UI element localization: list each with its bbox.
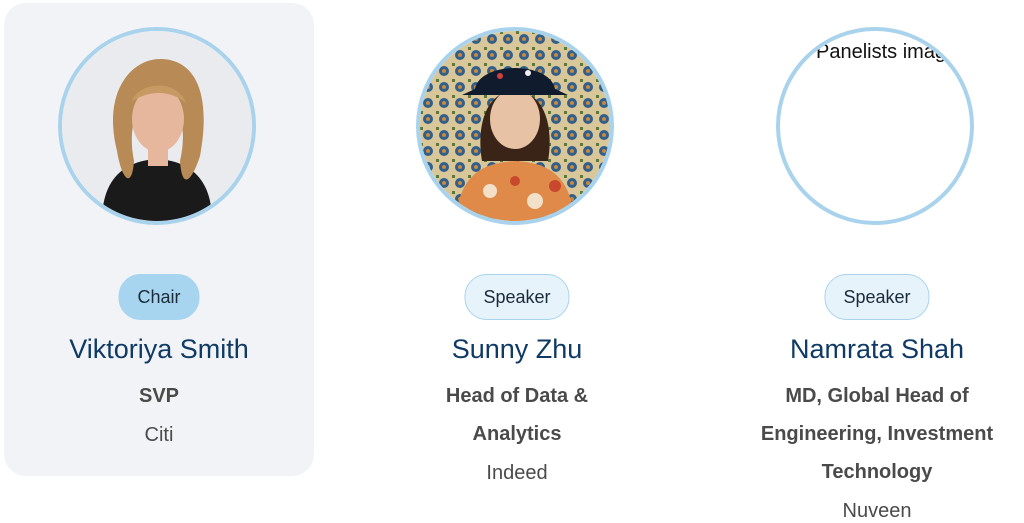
avatar [416,27,614,225]
panelist-title: MD, Global Head of Engineering, Investme… [760,385,994,483]
panelist-name: Viktoriya Smith [69,334,249,364]
panelist-company: Citi [144,424,174,446]
panelist-name: Namrata Shah [789,334,965,364]
panelist-company: Nuveen [842,500,912,522]
panelist-card: Chair Viktoriya Smith SVP Citi [4,0,314,523]
portrait-photo [62,31,252,221]
panelist-card: Panelists image Speaker Namrata Shah MD,… [722,0,1024,523]
broken-image-alt-text: Panelists image [816,41,958,63]
panelist-name: Sunny Zhu [451,334,583,364]
panelist-company: Indeed [486,462,548,484]
panelist-title: Head of Data & Analytics [445,385,589,445]
role-badge: Speaker [464,274,570,320]
avatar [58,27,256,225]
panelist-title: SVP [138,385,180,407]
panelist-card: Speaker Sunny Zhu Head of Data & Analyti… [362,0,672,523]
role-badge: Speaker [824,274,930,320]
avatar: Panelists image [776,27,974,225]
panelists-section: Chair Viktoriya Smith SVP Citi Speaker S… [0,0,1024,523]
role-badge: Chair [118,274,200,320]
portrait-photo [420,31,610,221]
